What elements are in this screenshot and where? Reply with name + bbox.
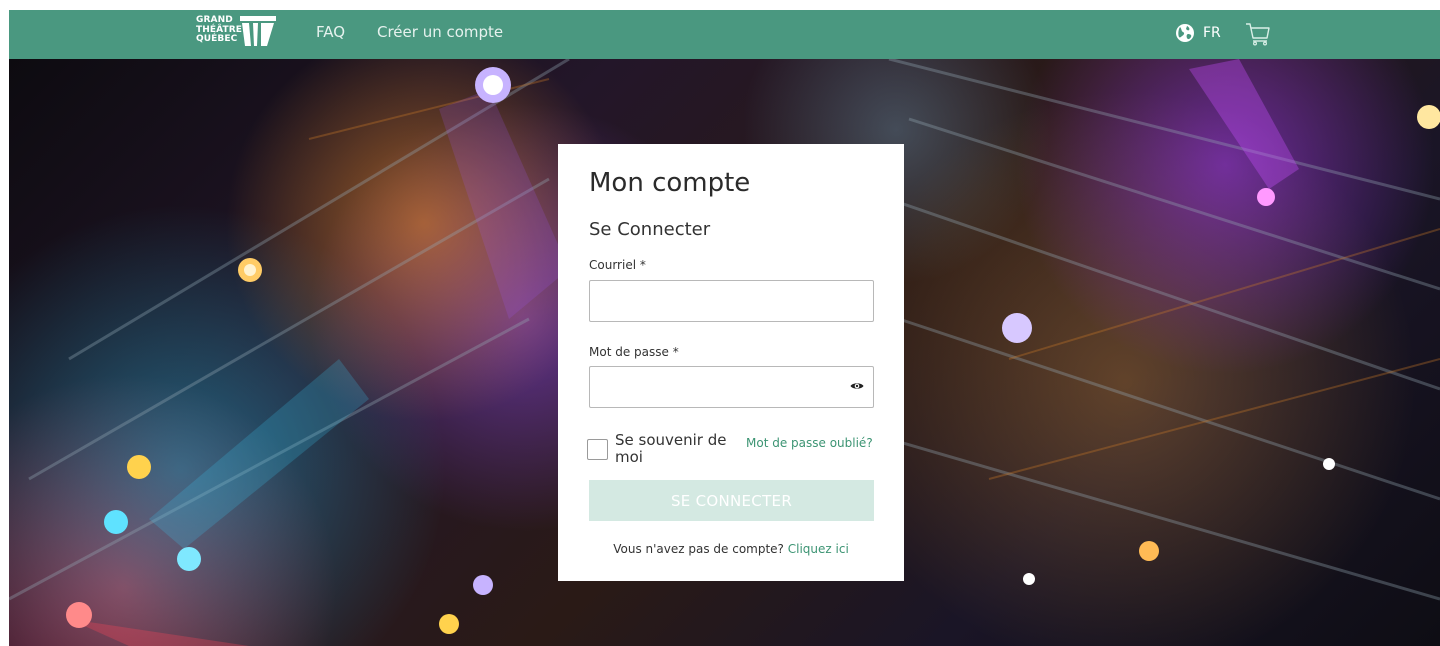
forgot-password-link[interactable]: Mot de passe oublié?	[746, 436, 873, 450]
cart-button[interactable]	[1245, 22, 1271, 50]
logo-wordmark: GRAND THÉÂTRE QUÉBEC	[196, 15, 242, 45]
login-card: Mon compte Se Connecter Courriel * Mot d…	[558, 144, 904, 581]
page-title: Mon compte	[589, 168, 751, 198]
no-account-text: Vous n'avez pas de compte?	[613, 542, 784, 556]
cart-icon	[1246, 23, 1270, 46]
login-subtitle: Se Connecter	[589, 219, 711, 240]
top-navigation-bar: GRAND THÉÂTRE QUÉBEC FAQ Créer un compte…	[9, 10, 1440, 59]
email-label: Courriel *	[589, 258, 646, 272]
page-frame: GRAND THÉÂTRE QUÉBEC FAQ Créer un compte…	[9, 10, 1440, 646]
eye-icon[interactable]	[850, 381, 864, 391]
globe-icon	[1176, 24, 1194, 42]
language-label: FR	[1203, 25, 1221, 41]
signup-link[interactable]: Cliquez ici	[788, 542, 849, 556]
language-selector[interactable]: FR	[1175, 22, 1221, 44]
nav-create-account-link[interactable]: Créer un compte	[377, 23, 503, 41]
email-field[interactable]	[589, 280, 874, 322]
logo-line-3: QUÉBEC	[196, 34, 238, 44]
sign-in-button[interactable]: SE CONNECTER	[589, 480, 874, 521]
password-field[interactable]	[589, 366, 874, 408]
password-label: Mot de passe *	[589, 345, 679, 359]
remember-me-label[interactable]: Se souvenir de moi	[615, 432, 730, 466]
remember-me-checkbox[interactable]	[587, 439, 608, 460]
grand-theatre-logo[interactable]: GRAND THÉÂTRE QUÉBEC	[196, 15, 286, 55]
logo-mark-icon	[240, 16, 276, 46]
nav-faq-link[interactable]: FAQ	[316, 23, 345, 41]
signup-prompt: Vous n'avez pas de compte? Cliquez ici	[558, 542, 904, 556]
